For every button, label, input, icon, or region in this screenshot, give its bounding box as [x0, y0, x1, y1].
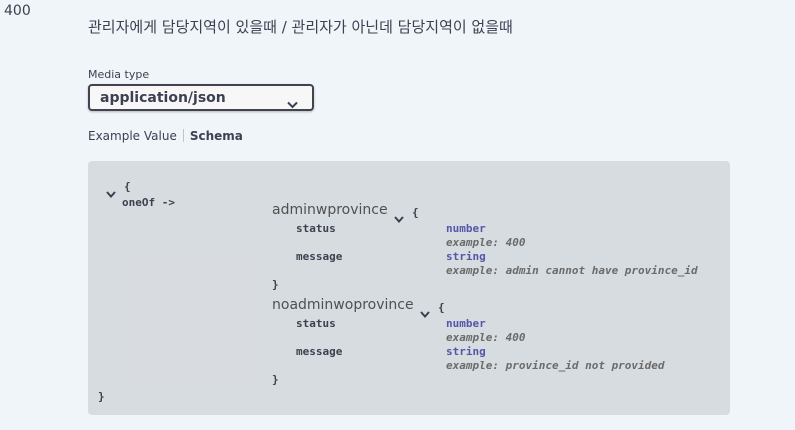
property-type: string	[446, 250, 486, 263]
tab-divider	[182, 129, 184, 142]
property-example: example: admin cannot have province_id	[446, 264, 698, 277]
oneof-label: oneOf ->	[122, 196, 175, 209]
property-name: status	[296, 317, 336, 330]
property-name: message	[296, 250, 343, 263]
property-type: number	[446, 222, 486, 235]
media-type-value: application/json	[100, 90, 226, 106]
property-name: message	[296, 345, 343, 358]
model-open-brace: {	[412, 206, 419, 219]
schema-open-brace: {	[124, 180, 131, 193]
response-status-code: 400	[4, 3, 31, 19]
model-close-brace: }	[272, 278, 279, 291]
model-title-noadminwoprovince[interactable]: noadminwoprovince	[272, 297, 414, 313]
schema-close-brace: }	[98, 390, 105, 403]
model-open-brace: {	[438, 301, 445, 314]
example-schema-tabs: Example Value Schema	[88, 129, 243, 143]
response-description: 관리자에게 담당지역이 있을때 / 관리자가 아닌데 담당지역이 없을때	[88, 18, 513, 36]
chevron-down-icon[interactable]	[420, 303, 430, 322]
property-name: status	[296, 222, 336, 235]
media-type-label: Media type	[88, 68, 150, 81]
model-title-adminwprovince[interactable]: adminwprovince	[272, 202, 388, 218]
model-close-brace: }	[272, 373, 279, 386]
chevron-down-icon[interactable]	[394, 208, 404, 227]
schema-panel: { oneOf -> adminwprovince { status numbe…	[88, 161, 730, 415]
property-type: number	[446, 317, 486, 330]
property-example: example: 400	[446, 331, 526, 344]
property-example: example: province_id not provided	[446, 359, 665, 372]
tab-example-value[interactable]: Example Value	[88, 129, 177, 143]
property-type: string	[446, 345, 486, 358]
property-example: example: 400	[446, 236, 526, 249]
tab-schema[interactable]: Schema	[190, 129, 243, 143]
chevron-down-icon	[287, 94, 298, 113]
chevron-down-icon[interactable]	[106, 183, 116, 202]
media-type-select[interactable]: application/json	[88, 84, 314, 111]
